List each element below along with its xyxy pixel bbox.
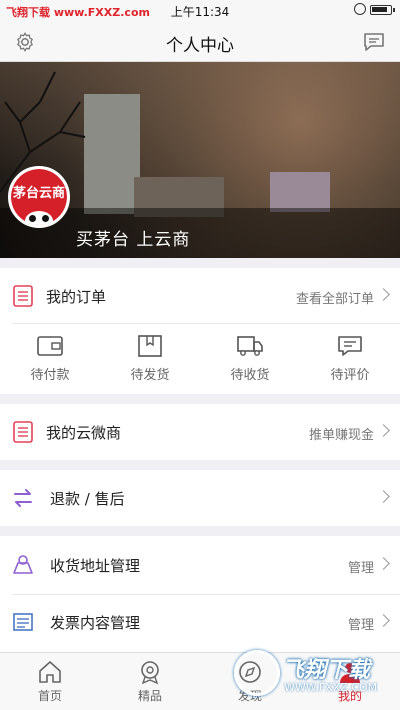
order-tab-label: 待收货: [230, 368, 270, 383]
address-row[interactable]: 收货地址管理 管理: [0, 537, 400, 593]
chevron-right-icon: [377, 557, 390, 570]
medal-icon: [141, 661, 159, 685]
tab-home[interactable]: 首页: [0, 653, 100, 710]
invoice-label: 发票内容管理: [50, 614, 141, 632]
nav-bar: 个人中心: [0, 22, 400, 62]
tab-label: 精品: [137, 689, 162, 703]
rotation-lock-icon: [354, 3, 366, 15]
chat-bubble-icon[interactable]: [362, 31, 386, 53]
cloud-shop-label: 我的云微商: [46, 424, 122, 442]
refund-row[interactable]: 退款 / 售后: [0, 470, 400, 526]
banner-pagoda: [270, 172, 330, 212]
cloud-shop-row[interactable]: 我的云微商 推单赚现金: [0, 404, 400, 460]
order-tab-label: 待发货: [130, 368, 170, 383]
my-orders-row[interactable]: 我的订单 查看全部订单: [0, 268, 400, 324]
my-orders-label: 我的订单: [46, 288, 107, 306]
tab-featured[interactable]: 精品: [100, 653, 200, 710]
view-all-orders-link[interactable]: 查看全部订单: [296, 288, 374, 307]
order-tab-pending-payment[interactable]: 待付款: [0, 322, 100, 394]
avatar-text: 茅台云商: [12, 186, 65, 201]
watermark-logo-circle: [234, 650, 280, 696]
profile-banner: 买茅台 上云商: [0, 62, 400, 258]
order-tab-label: 待评价: [330, 368, 370, 383]
order-tab-pending-review[interactable]: 待评价: [300, 322, 400, 394]
watermark-logo-url: WWW.FXXZ.COM: [284, 681, 378, 694]
order-list-icon: [13, 421, 33, 443]
chevron-right-icon: [377, 424, 390, 437]
panda-icon: [25, 211, 53, 225]
page-title: 个人中心: [166, 36, 234, 56]
exchange-arrows-icon: [14, 489, 32, 507]
order-list-icon: [13, 285, 33, 307]
push-order-earn-cash-link[interactable]: 推单赚现金: [309, 424, 374, 443]
address-label: 收货地址管理: [50, 557, 141, 575]
invoice-row[interactable]: 发票内容管理 管理: [0, 594, 400, 650]
wallet-icon: [37, 336, 63, 356]
truck-icon: [237, 336, 263, 356]
order-tab-pending-receipt[interactable]: 待收货: [200, 322, 300, 394]
battery-icon: [370, 5, 395, 15]
chevron-right-icon: [377, 288, 390, 301]
tab-label: 首页: [37, 689, 62, 703]
banner-slogan: 买茅台 上云商: [76, 230, 191, 250]
order-tab-label: 待付款: [30, 368, 70, 383]
order-tab-pending-shipment[interactable]: 待发货: [100, 322, 200, 394]
watermark-logo: 飞翔下载 WWW.FXXZ.COM: [230, 648, 390, 700]
invoice-icon: [13, 613, 33, 631]
watermark-logo-text: 飞翔下载: [282, 658, 371, 683]
refund-label: 退款 / 售后: [50, 490, 125, 508]
invoice-manage-link[interactable]: 管理: [348, 614, 374, 633]
home-icon: [39, 661, 61, 683]
address-manage-link[interactable]: 管理: [348, 557, 374, 576]
order-status-tabs: 待付款 待发货 待收货 待评价: [0, 322, 400, 394]
chevron-right-icon: [377, 490, 390, 503]
status-bar: 飞翔下载 www.FXXZ.com 上午11:34: [0, 0, 400, 22]
status-time: 上午11:34: [170, 5, 230, 19]
chevron-right-icon: [377, 614, 390, 627]
comment-icon: [338, 336, 362, 356]
banner-tower: [84, 94, 140, 214]
map-pin-icon: [13, 555, 33, 574]
avatar[interactable]: 茅台云商: [8, 166, 70, 228]
package-icon: [138, 335, 162, 357]
